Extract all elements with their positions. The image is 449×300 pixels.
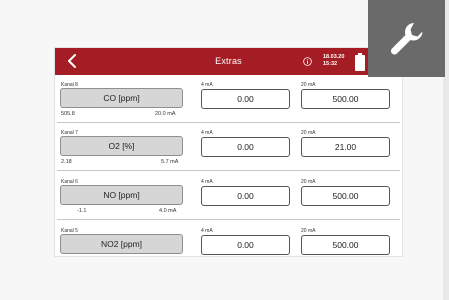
label-4ma: 4 mA <box>201 179 213 185</box>
value-20ma-field[interactable]: 21.00 <box>301 137 390 157</box>
raw-value: 505.8 <box>61 111 75 117</box>
label-20ma: 20 mA <box>301 130 316 136</box>
raw-ma: 20.0 mA <box>155 111 176 117</box>
datetime: 18.03.20 15:32 <box>323 54 344 68</box>
label-20ma: 20 mA <box>301 228 316 234</box>
channel-row: Kanal 6 NO [ppm] -1.1 4.0 mA 4 mA 0.00 2… <box>55 172 402 221</box>
value-20ma-field[interactable]: 500.00 <box>301 186 390 206</box>
app-header: Extras 18.03.20 15:32 <box>55 48 402 75</box>
label-20ma: 20 mA <box>301 82 316 88</box>
value-20ma-field[interactable]: 500.00 <box>301 89 390 109</box>
value-4ma-field[interactable]: 0.00 <box>201 137 290 157</box>
channel-row: Kanal 5 NO2 [ppm] 4 mA 0.00 20 mA 500.00 <box>55 221 402 256</box>
raw-ma: 5.7 mA <box>161 159 179 165</box>
channel-name-button[interactable]: O2 [%] <box>60 136 183 156</box>
value-20ma-field[interactable]: 500.00 <box>301 235 390 255</box>
channel-name-button[interactable]: NO2 [ppm] <box>60 234 183 254</box>
raw-value: 2.18 <box>61 159 72 165</box>
value-4ma-field[interactable]: 0.00 <box>201 235 290 255</box>
raw-value: -1.1 <box>77 208 87 214</box>
channel-row: Kanal 8 CO [ppm] 505.8 20.0 mA 4 mA 0.00… <box>55 75 402 124</box>
label-4ma: 4 mA <box>201 130 213 136</box>
value-4ma-field[interactable]: 0.00 <box>201 89 290 109</box>
time-label: 15:32 <box>323 61 338 67</box>
battery-icon <box>355 53 365 71</box>
settings-button[interactable] <box>368 0 445 77</box>
device-screen: Extras 18.03.20 15:32 Kanal 8 CO [ppm] 5… <box>55 48 402 256</box>
label-4ma: 4 mA <box>201 82 213 88</box>
info-icon[interactable] <box>303 57 312 66</box>
channel-name-button[interactable]: CO [ppm] <box>60 88 183 108</box>
wrench-icon <box>390 22 422 55</box>
page-title: Extras <box>215 56 242 66</box>
value-4ma-field[interactable]: 0.00 <box>201 186 290 206</box>
date-label: 18.03.20 <box>323 54 345 60</box>
channel-row: Kanal 7 O2 [%] 2.18 5.7 mA 4 mA 0.00 20 … <box>55 123 402 172</box>
raw-ma: 4.0 mA <box>159 208 177 214</box>
row-divider <box>57 170 400 171</box>
label-20ma: 20 mA <box>301 179 316 185</box>
channel-name-button[interactable]: NO [ppm] <box>60 185 183 205</box>
row-divider <box>57 219 400 220</box>
label-4ma: 4 mA <box>201 228 213 234</box>
